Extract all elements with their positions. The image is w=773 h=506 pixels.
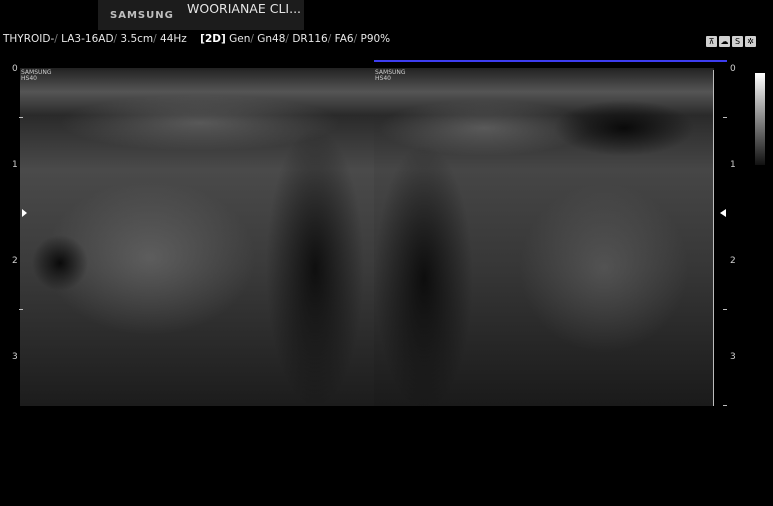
depth-tick-right: 1 [730,160,736,170]
ultrasound-image-right[interactable]: SAMSUNG HS40 [374,68,714,406]
probe-label: LA3-16AD [61,33,114,45]
param-frame-average: FA6 [334,33,354,45]
probe-model: HS40 [375,75,391,82]
depth-tick-left: 0 [12,64,18,74]
left-probe-label: SAMSUNG HS40 [21,70,52,82]
cloud-icon[interactable]: ☁ [719,36,730,47]
depth-minor-tick [723,405,727,406]
image-border-line [713,70,714,406]
depth-minor-tick [19,309,23,310]
focus-marker-right[interactable] [720,209,726,217]
clinic-name: WOORIANAE CLI... [187,1,302,16]
gear-icon[interactable]: ✲ [745,36,756,47]
right-probe-label: SAMSUNG HS40 [375,70,406,82]
s-icon[interactable]: S [732,36,743,47]
depth-tick-left: 1 [12,160,18,170]
frame-rate-label: 44Hz [160,33,187,45]
ultrasound-image-left[interactable]: SAMSUNG HS40 [20,68,374,406]
depth-minor-tick [723,117,727,118]
preset-label: THYROID- [3,33,55,45]
depth-tick-left: 3 [12,352,18,362]
depth-minor-tick [723,309,727,310]
grayscale-bar [755,73,765,165]
brand-logo: SAMSUNG [110,10,174,21]
probe-model: HS40 [21,75,37,82]
depth-label: 3.5cm [120,33,154,45]
focus-marker-left[interactable] [22,209,27,217]
depth-minor-tick [19,117,23,118]
scan-info-bar: THYROID-/ LA3-16AD/ 3.5cm/ 44Hz [2D] Gen… [3,33,391,45]
depth-tick-left: 2 [12,256,18,266]
depth-tick-right: 0 [730,64,736,74]
depth-tick-right: 3 [730,352,736,362]
marker-line [374,60,727,62]
param-power: P90% [360,33,391,45]
depth-tick-right: 2 [730,256,736,266]
param-gain: Gn48 [257,33,286,45]
param-gen: Gen [229,33,251,45]
probe-icon[interactable]: ⊼ [706,36,717,47]
mode-label: [2D] [200,33,226,45]
status-icons: ⊼ ☁ S ✲ [706,36,756,47]
param-dynamic-range: DR116 [292,33,328,45]
